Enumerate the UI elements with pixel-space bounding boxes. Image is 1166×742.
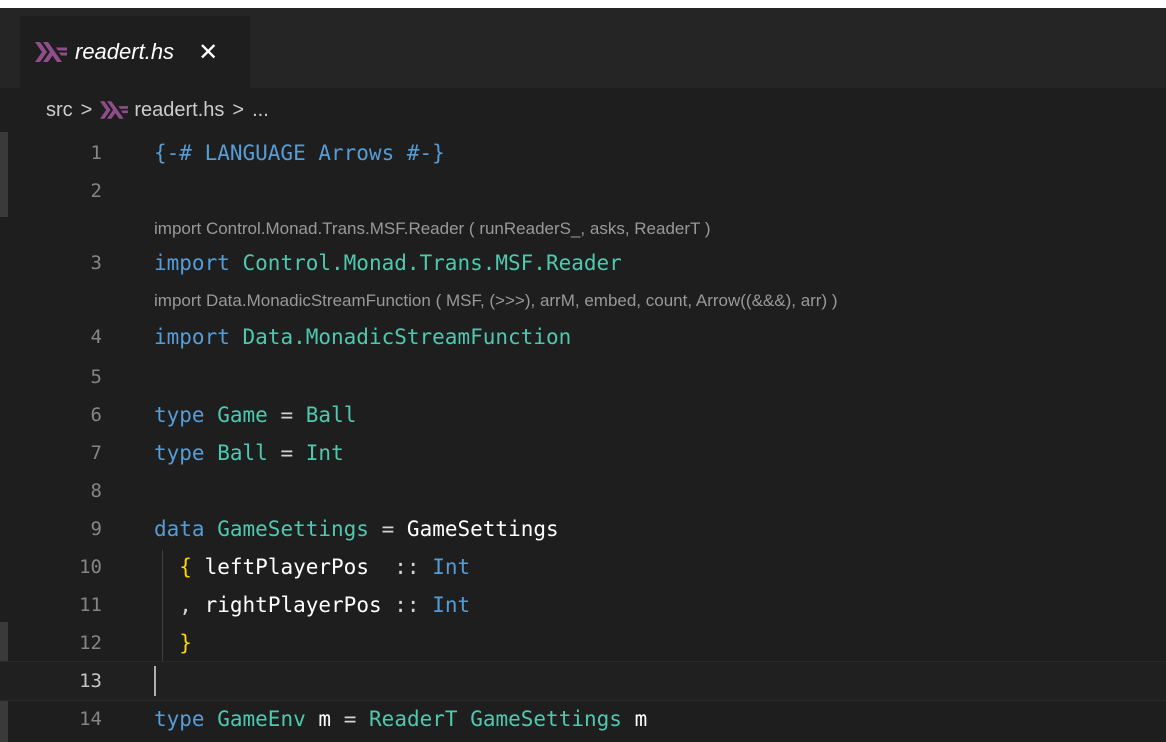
code-line: 4 import Data.MonadicStreamFunction	[0, 318, 1166, 356]
code-text: , rightPlayerPos :: Int	[154, 586, 470, 624]
comma-token: ,	[179, 593, 192, 617]
code-text: type Game = Ball	[154, 396, 356, 434]
field-token: leftPlayerPos	[204, 555, 369, 579]
import-lens-text[interactable]: import Control.Monad.Trans.MSF.Reader ( …	[154, 210, 711, 248]
line-number: 1	[90, 142, 102, 164]
line-number: 3	[90, 252, 102, 274]
code-text: { leftPlayerPos :: Int	[154, 548, 470, 586]
chevron-right-icon: >	[80, 98, 93, 121]
type-variable-token: m	[318, 707, 332, 731]
operator-token: =	[381, 517, 395, 541]
type-token: GameSettings	[217, 517, 369, 541]
constructor-token: GameSettings	[406, 517, 559, 541]
code-text: }	[154, 624, 192, 662]
code-line: 2	[0, 172, 1166, 210]
breadcrumb-symbols[interactable]: ...	[252, 99, 269, 122]
keyword-token: import	[154, 251, 230, 275]
code-line: 14 type GameEnv m = ReaderT GameSettings…	[0, 700, 1166, 738]
line-number: 6	[90, 404, 102, 426]
code-line: 11 , rightPlayerPos :: Int	[0, 586, 1166, 624]
type-variable-token: m	[634, 707, 648, 731]
line-number: 7	[90, 442, 102, 464]
code-line: 10 { leftPlayerPos :: Int	[0, 548, 1166, 586]
operator-token: ::	[394, 555, 420, 579]
type-token: Game	[217, 403, 268, 427]
code-text: {-# LANGUAGE Arrows #-}	[154, 134, 445, 172]
code-line: 3 import Control.Monad.Trans.MSF.Reader	[0, 244, 1166, 282]
line-number: 10	[79, 556, 102, 578]
code-text: type Ball = Int	[154, 434, 344, 472]
keyword-token: type	[154, 707, 205, 731]
operator-token: =	[280, 403, 294, 427]
code-text: import Control.Monad.Trans.MSF.Reader	[154, 244, 622, 282]
code-line: 7 type Ball = Int	[0, 434, 1166, 472]
code-line: 1 {-# LANGUAGE Arrows #-}	[0, 134, 1166, 172]
keyword-token: type	[154, 441, 205, 465]
breadcrumb-file[interactable]: readert.hs	[100, 99, 224, 122]
code-text: import Data.MonadicStreamFunction	[154, 318, 571, 356]
operator-token: =	[343, 707, 357, 731]
line-number: 5	[90, 366, 102, 388]
line-number: 11	[79, 594, 102, 616]
code-lens[interactable]: import Data.MonadicStreamFunction ( MSF,…	[0, 282, 1166, 320]
module-token: Control.Monad.Trans.MSF.Reader	[242, 251, 622, 275]
editor-tab-bar: readert.hs ✕	[0, 8, 1166, 88]
breadcrumb-folder[interactable]: src	[46, 99, 73, 122]
code-lens[interactable]: import Control.Monad.Trans.MSF.Reader ( …	[0, 210, 1166, 248]
haskell-file-icon	[35, 42, 67, 62]
chevron-right-icon: >	[232, 98, 245, 121]
code-text: type GameEnv m = ReaderT GameSettings m	[154, 700, 647, 738]
line-number: 2	[90, 180, 102, 202]
line-number: 12	[79, 632, 102, 654]
line-number: 8	[90, 480, 102, 502]
type-token: Ball	[305, 403, 357, 427]
code-line: 5	[0, 358, 1166, 396]
breadcrumb: src > readert.hs > ...	[0, 88, 1166, 132]
type-token: ReaderT	[369, 707, 458, 731]
brace-token: {	[179, 555, 192, 579]
code-line: 9 data GameSettings = GameSettings	[0, 510, 1166, 548]
window-top-border	[0, 0, 1166, 8]
text-cursor	[154, 666, 156, 696]
haskell-file-icon	[100, 101, 129, 119]
tab-filename: readert.hs	[75, 39, 175, 64]
breadcrumb-file-label: readert.hs	[134, 98, 225, 121]
code-line: 6 type Game = Ball	[0, 396, 1166, 434]
import-lens-text[interactable]: import Data.MonadicStreamFunction ( MSF,…	[154, 282, 838, 320]
module-token: Data.MonadicStreamFunction	[242, 325, 572, 349]
type-token: Int	[432, 593, 471, 617]
type-token: GameSettings	[470, 707, 622, 731]
pragma-token: {-# LANGUAGE Arrows #-}	[154, 141, 445, 165]
keyword-token: import	[154, 325, 230, 349]
type-token: Int	[305, 441, 344, 465]
code-editor[interactable]: 1 {-# LANGUAGE Arrows #-} 2 import Contr…	[0, 132, 1166, 742]
close-icon[interactable]: ✕	[198, 38, 218, 67]
line-number: 14	[79, 708, 102, 730]
operator-token: =	[280, 441, 294, 465]
line-number: 4	[90, 326, 102, 348]
type-token: Int	[432, 555, 471, 579]
code-line: 8	[0, 472, 1166, 510]
field-token: rightPlayerPos	[204, 593, 382, 617]
line-number: 13	[79, 670, 102, 692]
code-line-current[interactable]: 13	[0, 662, 1166, 700]
code-line: 12 }	[0, 624, 1166, 662]
type-token: Ball	[217, 441, 268, 465]
keyword-token: type	[154, 403, 205, 427]
keyword-token: data	[154, 517, 205, 541]
type-token: GameEnv	[217, 707, 306, 731]
brace-token: }	[179, 631, 192, 655]
operator-token: ::	[394, 593, 420, 617]
code-text: data GameSettings = GameSettings	[154, 510, 559, 548]
line-number: 9	[90, 518, 102, 540]
tab-readert-hs[interactable]: readert.hs ✕	[20, 16, 250, 88]
